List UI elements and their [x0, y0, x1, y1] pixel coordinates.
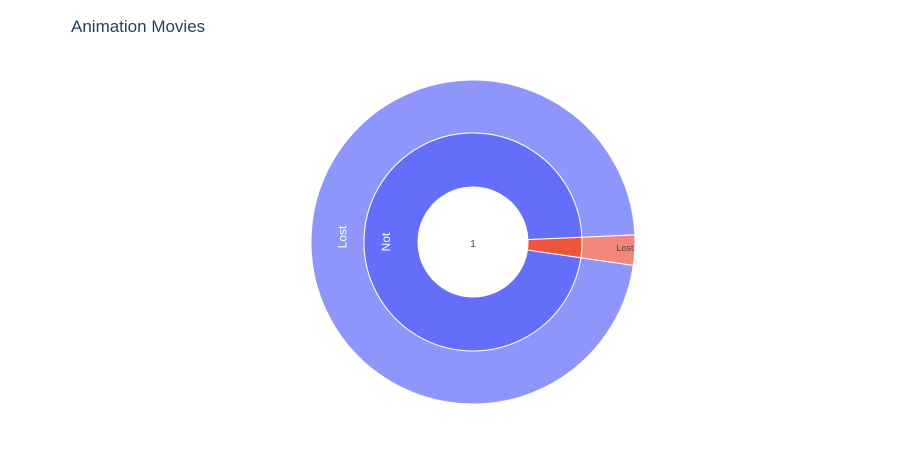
- sunburst-chart: Not Lost Lost 1: [310, 79, 636, 405]
- outer-slice-label: Lost: [336, 225, 350, 248]
- center-label: 1: [470, 239, 476, 250]
- inner-slice-label: Not: [379, 232, 393, 251]
- outer-small-slice-label: Lost: [616, 243, 634, 253]
